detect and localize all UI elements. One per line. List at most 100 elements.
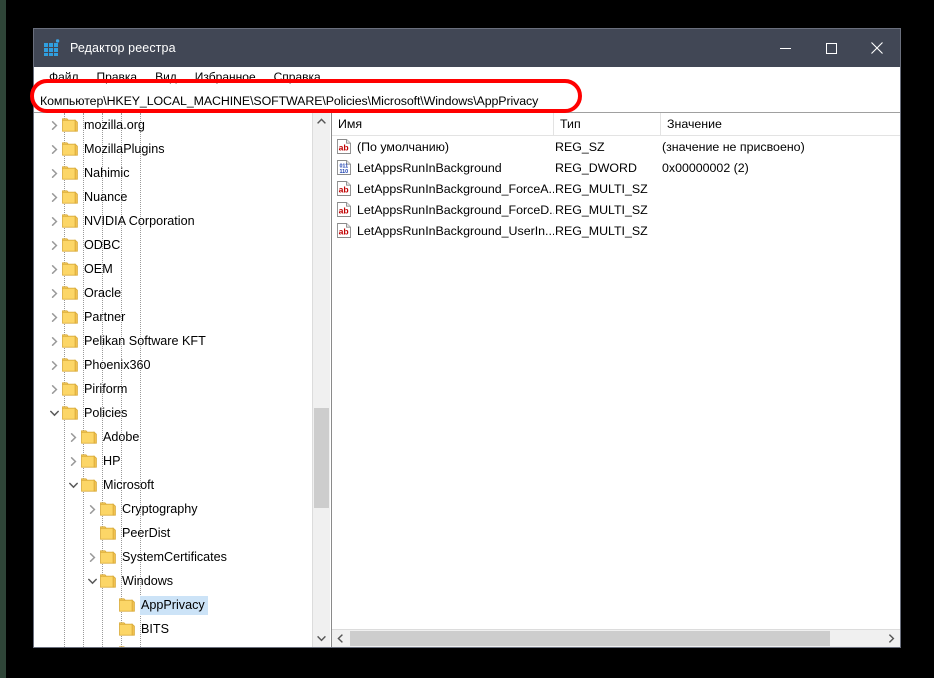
value-type-cell: REG_DWORD <box>554 161 661 175</box>
chevron-down-icon[interactable] <box>46 401 62 425</box>
tree-item-mozilla-org[interactable]: mozilla.org <box>34 113 312 137</box>
tree-indent-spacer <box>34 281 46 305</box>
registry-values-list: ab(По умолчанию)REG_SZ(значение не присв… <box>332 136 900 629</box>
minimize-button[interactable] <box>762 29 808 67</box>
close-button[interactable] <box>854 29 900 67</box>
value-name-label: LetAppsRunInBackground_UserIn... <box>357 224 554 238</box>
window-body: mozilla.orgMozillaPlugins Nahimic NuanceNV… <box>34 113 900 647</box>
twisty-placeholder <box>103 593 119 617</box>
menu-mnemonic: Ф <box>49 70 58 84</box>
tree-item-microsoft[interactable]: Microsoft <box>34 473 312 497</box>
chevron-right-icon[interactable] <box>103 641 119 647</box>
chevron-right-icon[interactable] <box>84 545 100 569</box>
menu-item-favorites[interactable]: Избранное <box>186 67 265 88</box>
values-horizontal-scrollbar[interactable] <box>332 629 900 647</box>
tree-indent-spacer <box>34 209 46 233</box>
chevron-right-icon[interactable] <box>65 425 81 449</box>
svg-text:ab: ab <box>339 227 349 237</box>
menu-rest: правка <box>282 70 320 84</box>
tree-item-bits[interactable]: BITS <box>34 617 312 641</box>
menu-bar: Файл Правка Вид Избранное Справка <box>34 67 900 89</box>
string-value-icon: ab <box>337 181 351 196</box>
tree-item-label: HP <box>102 452 124 471</box>
scroll-down-arrow-icon[interactable] <box>313 630 330 647</box>
chevron-right-icon[interactable] <box>84 497 100 521</box>
tree-item-partner[interactable]: Partner <box>34 305 312 329</box>
values-scrollbar-thumb[interactable] <box>350 631 830 646</box>
chevron-right-icon[interactable] <box>46 161 62 185</box>
folder-icon <box>62 262 78 276</box>
menu-item-edit[interactable]: Правка <box>88 67 147 88</box>
chevron-right-icon[interactable] <box>46 377 62 401</box>
tree-item-appprivacy[interactable]: AppPrivacy <box>34 593 312 617</box>
tree-indent-spacer <box>34 353 46 377</box>
chevron-right-icon[interactable] <box>46 113 62 137</box>
chevron-down-icon[interactable] <box>65 473 81 497</box>
column-header-value[interactable]: Значение <box>661 113 900 135</box>
tree-item-windows[interactable]: Windows <box>34 569 312 593</box>
tree-item-phoenix360[interactable]: Phoenix360 <box>34 353 312 377</box>
value-name-cell: ab LetAppsRunInBackground_UserIn... <box>332 223 554 238</box>
chevron-right-icon[interactable] <box>46 233 62 257</box>
menu-item-view[interactable]: Вид <box>146 67 186 88</box>
registry-path-input[interactable] <box>34 90 900 111</box>
tree-item-label: Piriform <box>83 380 130 399</box>
chevron-right-icon[interactable] <box>46 353 62 377</box>
chevron-right-icon[interactable] <box>46 137 62 161</box>
menu-mnemonic: П <box>97 70 106 84</box>
folder-icon <box>100 550 116 564</box>
tree-item-odbc[interactable]: ODBC <box>34 233 312 257</box>
tree-item-peerdist[interactable]: PeerDist <box>34 521 312 545</box>
tree-item-hp[interactable]: HP <box>34 449 312 473</box>
string-value-icon: ab <box>337 139 351 154</box>
tree-indent-spacer <box>34 377 46 401</box>
tree-indent-spacer <box>34 641 103 647</box>
tree-item-currentversion[interactable]: CurrentVersion <box>34 641 312 647</box>
scroll-right-arrow-icon[interactable] <box>883 630 900 647</box>
value-row[interactable]: abLetAppsRunInBackground_ForceA...REG_MU… <box>332 178 900 199</box>
tree-item-adobe[interactable]: Adobe <box>34 425 312 449</box>
tree-item-systemcertificates[interactable]: SystemCertificates <box>34 545 312 569</box>
tree-indent-spacer <box>34 305 46 329</box>
tree-item-cryptography[interactable]: Cryptography <box>34 497 312 521</box>
chevron-right-icon[interactable] <box>46 209 62 233</box>
value-name-label: (По умолчанию) <box>357 140 449 154</box>
folder-icon <box>81 430 97 444</box>
chevron-right-icon[interactable] <box>46 329 62 353</box>
value-row[interactable]: 011110LetAppsRunInBackgroundREG_DWORD0x0… <box>332 157 900 178</box>
value-row[interactable]: ab(По умолчанию)REG_SZ(значение не присв… <box>332 136 900 157</box>
tree-scrollbar-thumb[interactable] <box>314 408 329 508</box>
tree-vertical-scrollbar[interactable] <box>312 113 330 647</box>
tree-item-policies[interactable]: Policies <box>34 401 312 425</box>
tree-item-piriform[interactable]: Piriform <box>34 377 312 401</box>
maximize-button[interactable] <box>808 29 854 67</box>
folder-icon <box>100 574 116 588</box>
chevron-right-icon[interactable] <box>46 257 62 281</box>
chevron-right-icon[interactable] <box>65 449 81 473</box>
chevron-down-icon[interactable] <box>84 569 100 593</box>
svg-text:ab: ab <box>339 185 349 195</box>
scroll-up-arrow-icon[interactable] <box>313 113 330 130</box>
scroll-left-arrow-icon[interactable] <box>332 630 349 647</box>
tree-item-oracle[interactable]: Oracle <box>34 281 312 305</box>
value-row[interactable]: abLetAppsRunInBackground_ForceD...REG_MU… <box>332 199 900 220</box>
tree-item-nuance[interactable]: Nuance <box>34 185 312 209</box>
tree-item-pelikan-software-kft[interactable]: Pelikan Software KFT <box>34 329 312 353</box>
value-row[interactable]: abLetAppsRunInBackground_UserIn...REG_MU… <box>332 220 900 241</box>
tree-item-oem[interactable]: OEM <box>34 257 312 281</box>
chevron-right-icon[interactable] <box>46 185 62 209</box>
tree-item-nahimic[interactable]: Nahimic <box>34 161 312 185</box>
tree-indent-spacer <box>34 449 65 473</box>
tree-item-nvidia-corporation[interactable]: NVIDIA Corporation <box>34 209 312 233</box>
tree-item-mozillaplugins[interactable]: MozillaPlugins <box>34 137 312 161</box>
chevron-right-icon[interactable] <box>46 281 62 305</box>
chevron-right-icon[interactable] <box>46 305 62 329</box>
menu-item-help[interactable]: Справка <box>265 67 330 88</box>
folder-icon <box>62 166 78 180</box>
menu-item-file[interactable]: Файл <box>40 67 88 88</box>
value-type-cell: REG_MULTI_SZ <box>554 182 661 196</box>
window-titlebar[interactable]: Редактор реестра <box>34 29 900 67</box>
column-header-type[interactable]: Тип <box>554 113 661 135</box>
column-header-name[interactable]: Имя <box>332 113 554 135</box>
tree-item-label: Nahimic <box>83 164 133 183</box>
